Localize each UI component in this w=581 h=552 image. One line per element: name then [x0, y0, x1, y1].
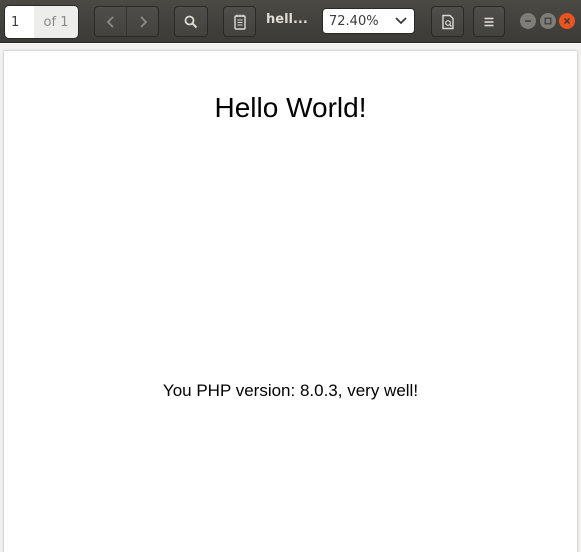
chevron-left-icon	[106, 15, 114, 28]
search-button[interactable]	[174, 6, 208, 37]
chevron-right-icon	[139, 15, 147, 28]
page-navigation	[94, 6, 159, 37]
page-selector[interactable]: 1 of 1	[4, 5, 79, 39]
document-page	[4, 51, 577, 552]
zoom-value: 72.40%	[329, 13, 379, 29]
document-body-text: You PHP version: 8.0.3, very well!	[162, 381, 419, 400]
header-bar: 1 of 1 hell... 72.40%	[0, 0, 581, 43]
previous-page-button[interactable]	[95, 7, 126, 36]
close-icon	[563, 17, 571, 25]
search-icon	[184, 15, 198, 28]
close-button[interactable]	[559, 13, 575, 29]
annotate-icon	[441, 14, 454, 29]
zoom-select[interactable]: 72.40%	[322, 8, 415, 34]
document-title: hell...	[266, 12, 308, 27]
sidebar-toggle-button[interactable]	[223, 6, 256, 37]
maximize-button[interactable]	[540, 13, 556, 29]
document-heading: Hello World!	[214, 92, 367, 123]
annotate-button[interactable]	[431, 6, 464, 37]
page-total-label: of 1	[34, 6, 78, 38]
maximize-icon	[544, 17, 552, 25]
minimize-icon	[525, 20, 531, 22]
hamburger-menu-icon	[484, 17, 494, 26]
next-page-button[interactable]	[126, 7, 158, 36]
document-pages-icon	[233, 14, 246, 30]
chevron-down-icon	[395, 17, 407, 25]
page-number-input[interactable]: 1	[5, 6, 34, 38]
menu-button[interactable]	[473, 6, 505, 37]
minimize-button[interactable]	[520, 13, 536, 29]
